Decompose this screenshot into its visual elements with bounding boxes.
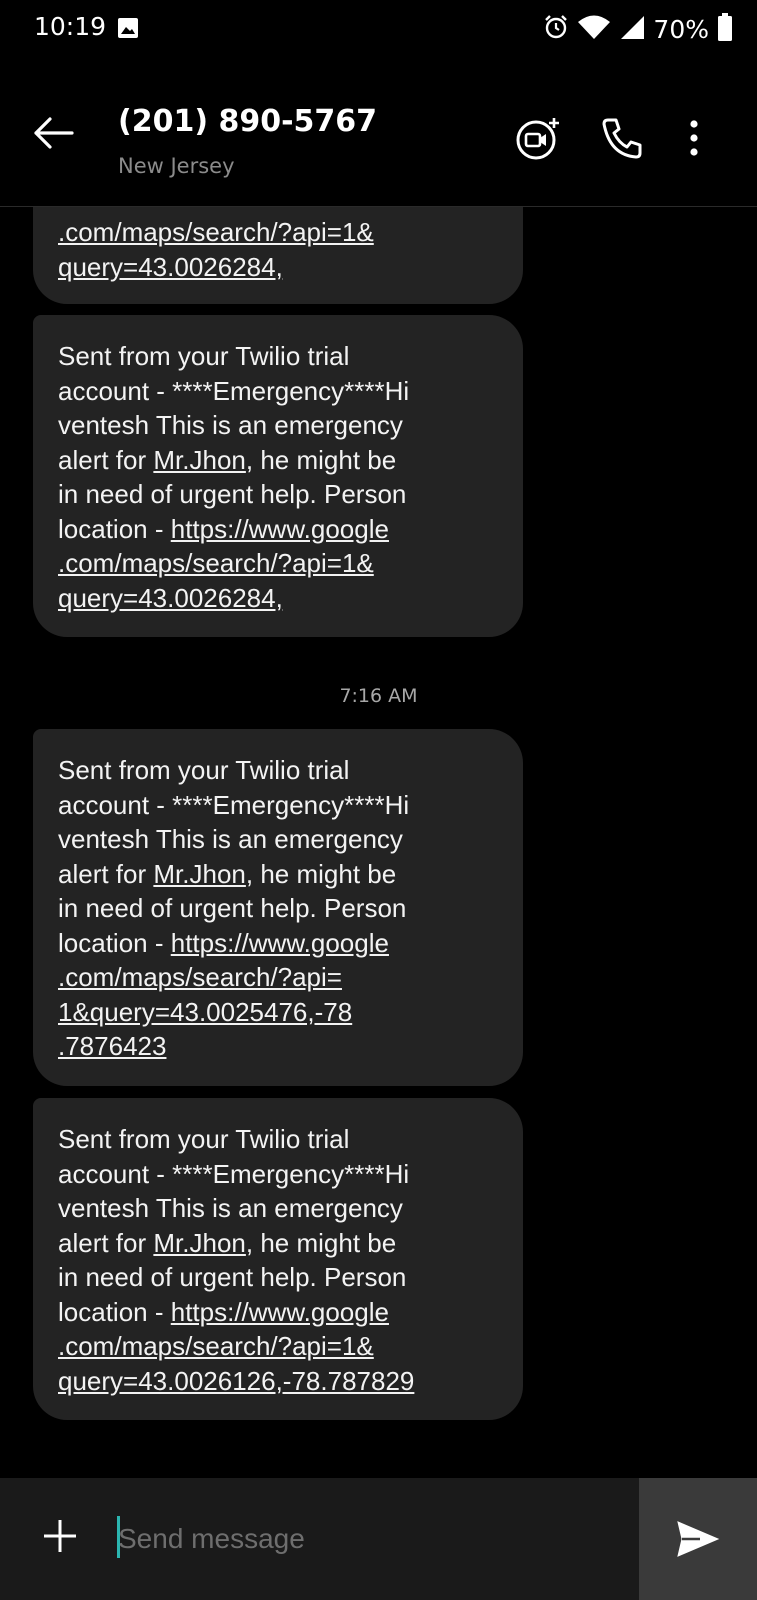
message-timestamp: 7:16 AM bbox=[339, 685, 418, 707]
contact-location: New Jersey bbox=[118, 154, 235, 178]
message-link[interactable]: Mr.Jhon bbox=[153, 1228, 246, 1258]
message-link[interactable]: Mr.Jhon bbox=[153, 859, 246, 889]
add-video-call-icon bbox=[516, 118, 559, 160]
status-bar: 10:19 70% bbox=[0, 0, 757, 58]
video-call-button[interactable] bbox=[514, 112, 566, 164]
message-link[interactable]: .com/maps/search/?api=1& query=43.002628… bbox=[58, 217, 374, 282]
message-bubble[interactable]: Sent from your Twilio trial account - **… bbox=[33, 315, 523, 637]
battery-percent: 70% bbox=[653, 14, 709, 44]
back-button[interactable] bbox=[28, 108, 78, 158]
phone-icon bbox=[602, 118, 642, 159]
status-icons: 70% bbox=[543, 12, 733, 46]
phone-call-button[interactable] bbox=[596, 112, 648, 164]
send-button[interactable] bbox=[639, 1478, 757, 1600]
plus-icon bbox=[44, 1520, 76, 1552]
text-cursor bbox=[117, 1516, 120, 1558]
attach-button[interactable] bbox=[36, 1512, 84, 1560]
message-bubble[interactable]: .com/maps/search/?api=1& query=43.002628… bbox=[33, 207, 523, 304]
message-input[interactable] bbox=[116, 1508, 620, 1570]
battery-icon bbox=[717, 13, 733, 45]
more-options-button[interactable] bbox=[674, 112, 714, 164]
contact-name: (201) 890-5767 bbox=[118, 104, 378, 139]
message-link[interactable]: Mr.Jhon bbox=[153, 445, 246, 475]
message-list[interactable]: .com/maps/search/?api=1& query=43.002628… bbox=[0, 207, 757, 1477]
signal-icon bbox=[619, 14, 645, 44]
message-bubble[interactable]: Sent from your Twilio trial account - **… bbox=[33, 729, 523, 1086]
message-bubble[interactable]: Sent from your Twilio trial account - **… bbox=[33, 1098, 523, 1420]
compose-bar bbox=[0, 1478, 757, 1600]
status-time: 10:19 bbox=[34, 12, 107, 41]
wifi-icon bbox=[577, 14, 611, 44]
arrow-left-icon bbox=[34, 117, 74, 149]
more-vert-icon bbox=[690, 120, 698, 156]
alarm-icon bbox=[543, 14, 569, 44]
send-icon bbox=[677, 1521, 720, 1557]
conversation-header: (201) 890-5767 New Jersey bbox=[0, 58, 757, 207]
image-notification-icon bbox=[118, 18, 138, 38]
